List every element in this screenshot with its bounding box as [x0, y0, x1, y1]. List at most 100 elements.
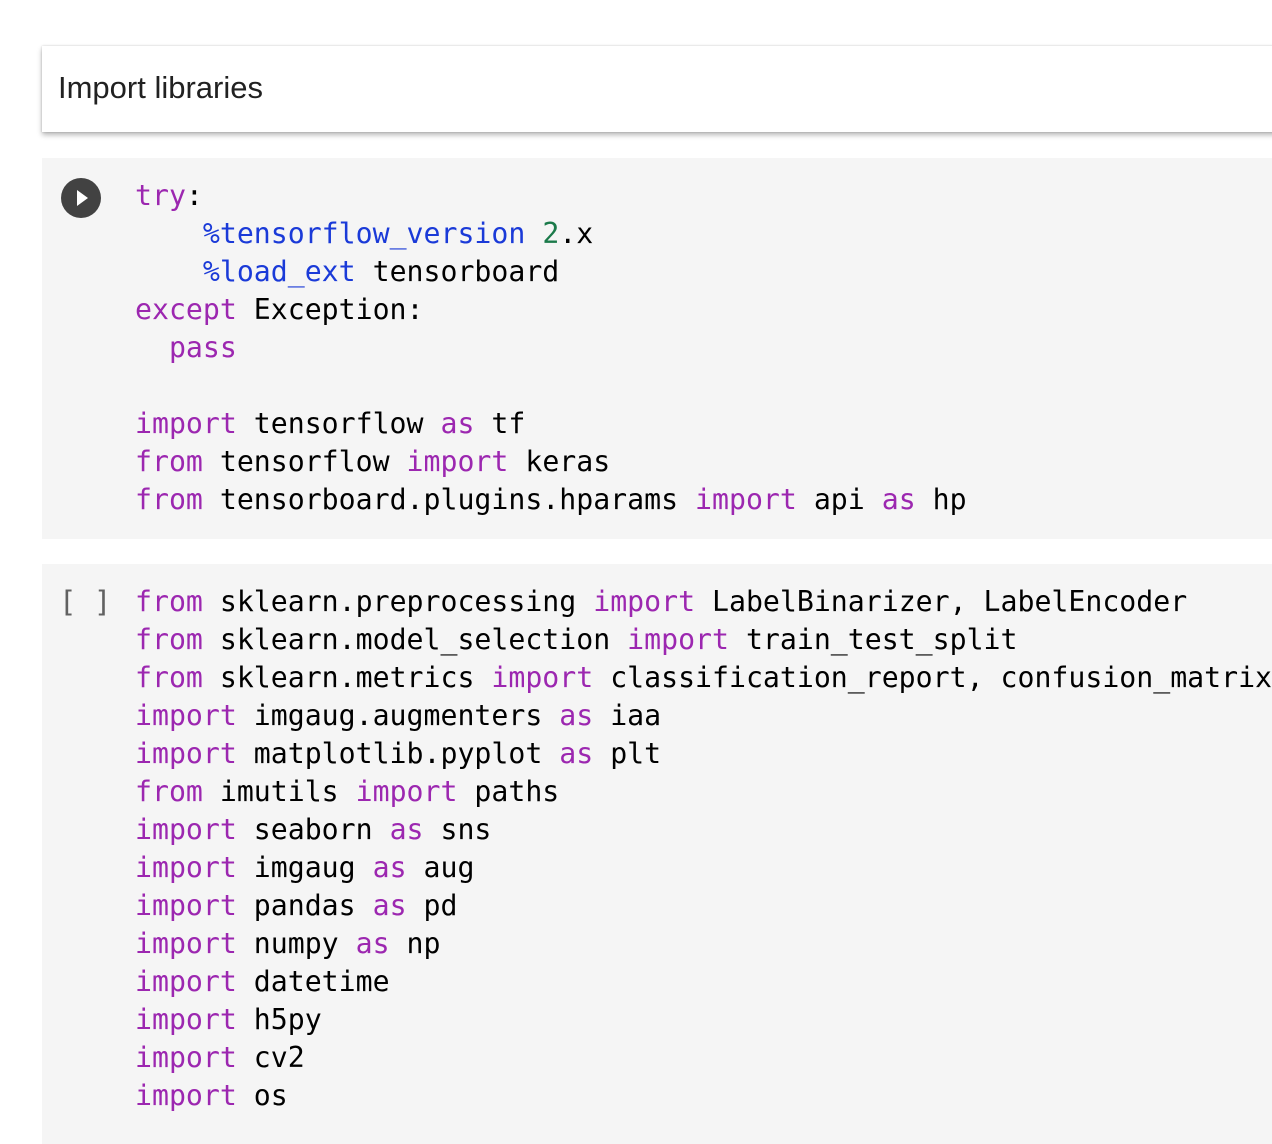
code-line: from tensorboard.plugins.hparams import … — [135, 481, 967, 519]
code-line: try: — [135, 177, 967, 215]
keyword-token: as — [559, 699, 594, 732]
code-text: plt — [593, 737, 662, 770]
code-text: tensorflow — [202, 445, 407, 478]
code-text: : — [185, 179, 203, 212]
code-text: numpy — [236, 927, 356, 960]
keyword-token: as — [372, 889, 407, 922]
code-line: import cv2 — [135, 1039, 1272, 1077]
code-line: import imgaug as aug — [135, 849, 1272, 887]
code-text: imutils — [202, 775, 356, 808]
code-text: iaa — [593, 699, 662, 732]
number-token: 2 — [542, 217, 560, 250]
code-text: keras — [508, 445, 611, 478]
code-text: sklearn.metrics — [202, 661, 492, 694]
keyword-token: import — [593, 585, 696, 618]
keyword-token: import — [135, 927, 237, 960]
code-text: os — [236, 1079, 288, 1112]
code-text: sklearn.preprocessing — [202, 585, 594, 618]
keyword-token: as — [559, 737, 594, 770]
code-text: seaborn — [236, 813, 390, 846]
code-line: import datetime — [135, 963, 1272, 1001]
code-text: LabelBinarizer, LabelEncoder — [695, 585, 1188, 618]
keyword-token: import — [135, 813, 237, 846]
magic-command-token: %load_ext — [202, 255, 356, 288]
keyword-token: import — [135, 1079, 237, 1112]
keyword-token: import — [627, 623, 729, 656]
keyword-token: import — [135, 407, 237, 440]
code-text: sns — [423, 813, 492, 846]
code-editor[interactable]: try: %tensorflow_version 2.x %load_ext t… — [135, 177, 967, 519]
keyword-token: pass — [168, 331, 237, 364]
code-text: np — [389, 927, 441, 960]
code-text: pd — [406, 889, 458, 922]
code-cell[interactable]: [ ] from sklearn.preprocessing import La… — [42, 564, 1272, 1144]
keyword-token: as — [440, 407, 475, 440]
code-text: sklearn.model_selection — [202, 623, 628, 656]
code-text: tensorboard.plugins.hparams — [202, 483, 696, 516]
code-line: import h5py — [135, 1001, 1272, 1039]
code-text: train_test_split — [728, 623, 1018, 656]
keyword-token: import — [491, 661, 594, 694]
code-line: pass — [135, 329, 967, 367]
code-line: from tensorflow import keras — [135, 443, 967, 481]
execution-count[interactable]: [ ] — [59, 583, 111, 621]
code-text: tf — [474, 407, 526, 440]
keyword-token: from — [135, 775, 203, 808]
code-line: except Exception: — [135, 291, 967, 329]
section-heading: Import libraries — [58, 70, 263, 105]
code-text: aug — [406, 851, 475, 884]
keyword-token: import — [135, 889, 237, 922]
code-text: paths — [457, 775, 560, 808]
keyword-token: from — [135, 483, 203, 516]
markdown-cell[interactable]: Import libraries — [42, 46, 1272, 132]
code-text: tensorboard — [355, 255, 560, 288]
code-text: pandas — [236, 889, 373, 922]
run-cell-button[interactable] — [61, 178, 101, 218]
code-text: matplotlib.pyplot — [236, 737, 560, 770]
code-cell[interactable]: try: %tensorflow_version 2.x %load_ext t… — [42, 158, 1272, 539]
keyword-token: from — [135, 661, 203, 694]
code-text: cv2 — [236, 1041, 305, 1074]
keyword-token: import — [135, 965, 237, 998]
code-text: imgaug — [236, 851, 373, 884]
keyword-token: as — [355, 927, 390, 960]
code-text: hp — [915, 483, 967, 516]
keyword-token: import — [135, 699, 237, 732]
code-line: import imgaug.augmenters as iaa — [135, 697, 1272, 735]
code-line: from imutils import paths — [135, 773, 1272, 811]
code-line: import pandas as pd — [135, 887, 1272, 925]
keyword-token: import — [406, 445, 509, 478]
code-text: api — [796, 483, 882, 516]
code-line: import matplotlib.pyplot as plt — [135, 735, 1272, 773]
code-text: h5py — [236, 1003, 322, 1036]
code-text: Exception: — [236, 293, 424, 326]
code-text: classification_report, confusion_matrix — [593, 661, 1272, 694]
code-line: import os — [135, 1077, 1272, 1115]
keyword-token: as — [372, 851, 407, 884]
keyword-token: try — [135, 179, 186, 212]
keyword-token: import — [135, 1003, 237, 1036]
code-line: from sklearn.model_selection import trai… — [135, 621, 1272, 659]
code-line: import numpy as np — [135, 925, 1272, 963]
keyword-token: import — [135, 737, 237, 770]
keyword-token: import — [135, 1041, 237, 1074]
code-editor[interactable]: from sklearn.preprocessing import LabelB… — [135, 583, 1272, 1115]
keyword-token: from — [135, 585, 203, 618]
keyword-token: as — [389, 813, 424, 846]
code-line: from sklearn.metrics import classificati… — [135, 659, 1272, 697]
code-text: datetime — [236, 965, 390, 998]
play-icon — [77, 190, 88, 206]
keyword-token: import — [355, 775, 458, 808]
keyword-token: from — [135, 623, 203, 656]
keyword-token: from — [135, 445, 203, 478]
code-line: %tensorflow_version 2.x — [135, 215, 967, 253]
magic-command-token: %tensorflow_version — [202, 217, 526, 250]
code-line: %load_ext tensorboard — [135, 253, 967, 291]
code-line: import seaborn as sns — [135, 811, 1272, 849]
code-text: imgaug.augmenters — [236, 699, 560, 732]
